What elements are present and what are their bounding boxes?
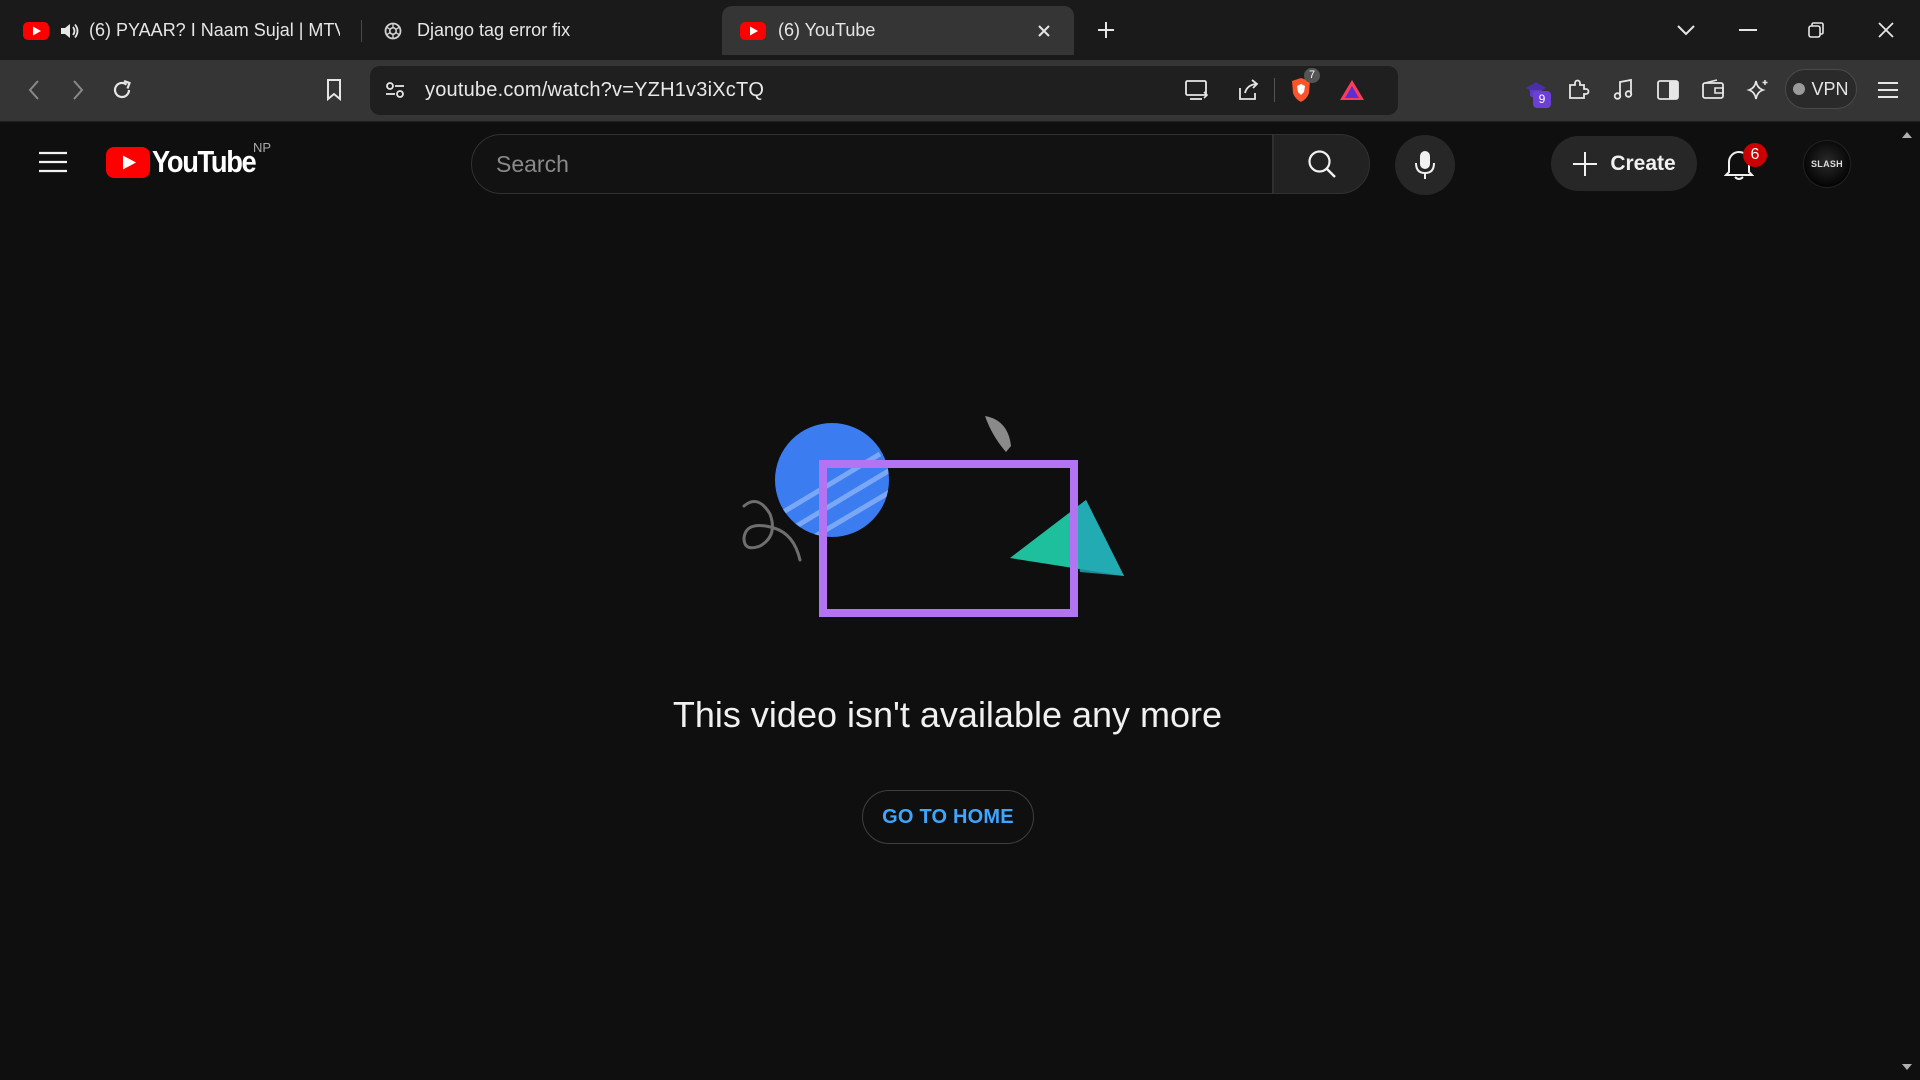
url-text[interactable]: youtube.com/watch?v=YZH1v3iXcTQ [425,79,764,102]
youtube-wordmark: YouTube [152,144,257,179]
tab-separator [361,20,362,42]
site-settings-icon[interactable] [384,79,406,101]
search-button[interactable] [1273,134,1370,194]
bookmark-button[interactable] [316,72,352,108]
forward-button[interactable] [60,72,96,108]
voice-search-button[interactable] [1395,135,1455,195]
youtube-masthead: YouTube NP Search Create 6 SLASH [0,122,1920,206]
search-box[interactable]: Search [471,134,1273,194]
go-to-home-label: GO TO HOME [882,805,1014,828]
arrow-left-icon [28,80,39,100]
extensions-button[interactable] [1560,72,1596,108]
error-message: This video isn't available any more [672,694,1223,735]
tab-search-button[interactable] [1652,0,1720,60]
go-to-home-button[interactable]: GO TO HOME [862,790,1034,844]
openai-favicon-icon [383,21,403,41]
leo-ai-button[interactable] [1740,72,1776,108]
speaker-icon[interactable] [59,22,79,40]
scroll-down-arrow-icon[interactable] [1900,1060,1914,1074]
chevron-down-icon [1677,25,1695,36]
tab-title: (6) YouTube [778,20,876,40]
youtube-favicon-icon [23,21,49,40]
brave-rewards-icon[interactable] [1338,78,1366,102]
new-tab-button[interactable] [1072,0,1140,60]
tab-pyaar[interactable]: (6) PYAAR? I Naam Sujal | MTV I [18,6,340,55]
sidebar-button[interactable] [1650,72,1686,108]
reload-icon [113,79,131,99]
country-code: NP [253,140,272,155]
restore-button[interactable] [1782,0,1850,60]
scroll-up-arrow-icon[interactable] [1900,128,1914,142]
browser-menu-button[interactable] [1870,72,1906,108]
music-note-icon [1613,78,1633,100]
reload-button[interactable] [104,72,140,108]
address-bar[interactable]: youtube.com/watch?v=YZH1v3iXcTQ 7 [370,66,1398,115]
hamburger-icon [39,151,67,173]
minimize-button[interactable] [1714,0,1782,60]
divider [1274,78,1275,102]
bookmark-icon [327,79,341,102]
plus-icon [1098,22,1114,38]
shield-count-badge: 7 [1304,68,1320,83]
youtube-logo[interactable]: YouTube [106,144,270,180]
search-input[interactable]: Search [496,151,569,178]
media-button[interactable] [1605,72,1641,108]
wallet-icon [1702,79,1724,99]
puzzle-icon [1569,79,1590,99]
create-label: Create [1610,151,1676,175]
vpn-label: VPN [1811,78,1849,99]
search-icon [1307,150,1336,178]
close-window-button[interactable] [1852,0,1920,60]
tab-django[interactable]: Django tag error fix [378,6,708,55]
close-tab-icon[interactable] [1036,23,1052,39]
vpn-button[interactable]: VPN [1785,69,1857,109]
notification-count-badge: 6 [1743,143,1767,167]
youtube-favicon-icon [740,21,766,40]
tab-youtube-active[interactable]: (6) YouTube [722,6,1074,55]
browser-toolbar: youtube.com/watch?v=YZH1v3iXcTQ 7 9 VPN [0,60,1920,122]
create-button[interactable]: Create [1551,136,1697,191]
cast-icon[interactable] [1184,78,1210,102]
wallet-button[interactable] [1695,72,1731,108]
close-icon [1878,22,1894,38]
sparkle-icon [1746,80,1768,100]
back-button[interactable] [16,72,52,108]
tab-strip: (6) PYAAR? I Naam Sujal | MTV I Django t… [0,0,1920,60]
minimize-icon [1739,29,1757,31]
sidebar-icon [1657,80,1679,100]
plus-icon [1573,151,1598,176]
vpn-status-icon [1793,83,1806,95]
menu-icon [1878,82,1898,98]
avatar[interactable]: SLASH [1803,140,1851,188]
youtube-play-logo-icon [106,146,150,178]
avatar-text: SLASH [1810,159,1843,169]
unavailable-video-illustration [730,410,1130,620]
tab-title: (6) PYAAR? I Naam Sujal | MTV I [89,20,340,40]
arrow-right-icon [73,80,84,100]
restore-icon [1808,22,1824,38]
share-icon[interactable] [1236,78,1260,102]
extension-count-badge: 9 [1533,91,1551,108]
microphone-icon [1415,151,1435,179]
tab-title: Django tag error fix [417,20,571,40]
guide-menu-button[interactable] [38,150,70,178]
